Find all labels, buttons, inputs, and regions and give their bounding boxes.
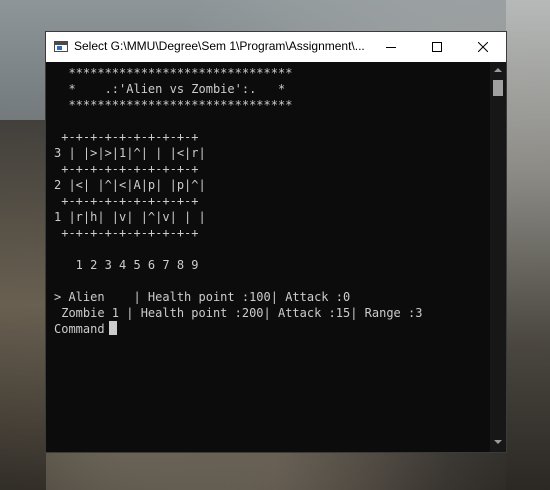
banner-line: ******************************* bbox=[54, 98, 293, 112]
alien-status: > Alien | Health point :100| Attack :0 bbox=[54, 290, 351, 304]
console-output[interactable]: ******************************* * .:'Ali… bbox=[46, 62, 490, 452]
minimize-button[interactable] bbox=[368, 32, 414, 62]
command-line[interactable]: Command bbox=[54, 321, 422, 337]
board-row: +-+-+-+-+-+-+-+-+-+ bbox=[54, 162, 199, 176]
scrollbar-thumb[interactable] bbox=[493, 80, 503, 96]
board-row: 1 |r|h| |v| |^|v| | | bbox=[54, 210, 206, 224]
wallpaper-right-building bbox=[506, 0, 550, 490]
banner-line: * .:'Alien vs Zombie':. * bbox=[54, 82, 286, 96]
vertical-scrollbar[interactable] bbox=[490, 62, 506, 452]
close-icon bbox=[478, 42, 488, 52]
board-row: +-+-+-+-+-+-+-+-+-+ bbox=[54, 130, 199, 144]
close-button[interactable] bbox=[460, 32, 506, 62]
banner-line: ******************************* bbox=[54, 66, 293, 80]
zombie-status: Zombie 1 | Health point :200| Attack :15… bbox=[54, 306, 423, 320]
console-text: ******************************* * .:'Ali… bbox=[54, 65, 422, 337]
board-row: +-+-+-+-+-+-+-+-+-+ bbox=[54, 226, 199, 240]
console-app-icon bbox=[54, 41, 68, 52]
maximize-button[interactable] bbox=[414, 32, 460, 62]
board-row: 2 |<| |^|<|A|p| |p|^| bbox=[54, 178, 206, 192]
console-window[interactable]: Select G:\MMU\Degree\Sem 1\Program\Assig… bbox=[45, 31, 507, 453]
title-bar[interactable]: Select G:\MMU\Degree\Sem 1\Program\Assig… bbox=[46, 32, 506, 62]
text-cursor bbox=[108, 321, 117, 335]
window-title: Select G:\MMU\Degree\Sem 1\Program\Assig… bbox=[74, 39, 365, 53]
board-row: 3 | |>|>|1|^| | |<|r| bbox=[54, 146, 206, 160]
command-prompt: Command bbox=[54, 322, 105, 336]
scroll-up-arrow-icon[interactable] bbox=[490, 62, 506, 78]
scroll-down-arrow-icon[interactable] bbox=[490, 434, 506, 450]
column-numbers: 1 2 3 4 5 6 7 8 9 bbox=[54, 258, 199, 272]
wallpaper-left-building bbox=[0, 120, 46, 490]
board-row: +-+-+-+-+-+-+-+-+-+ bbox=[54, 194, 199, 208]
